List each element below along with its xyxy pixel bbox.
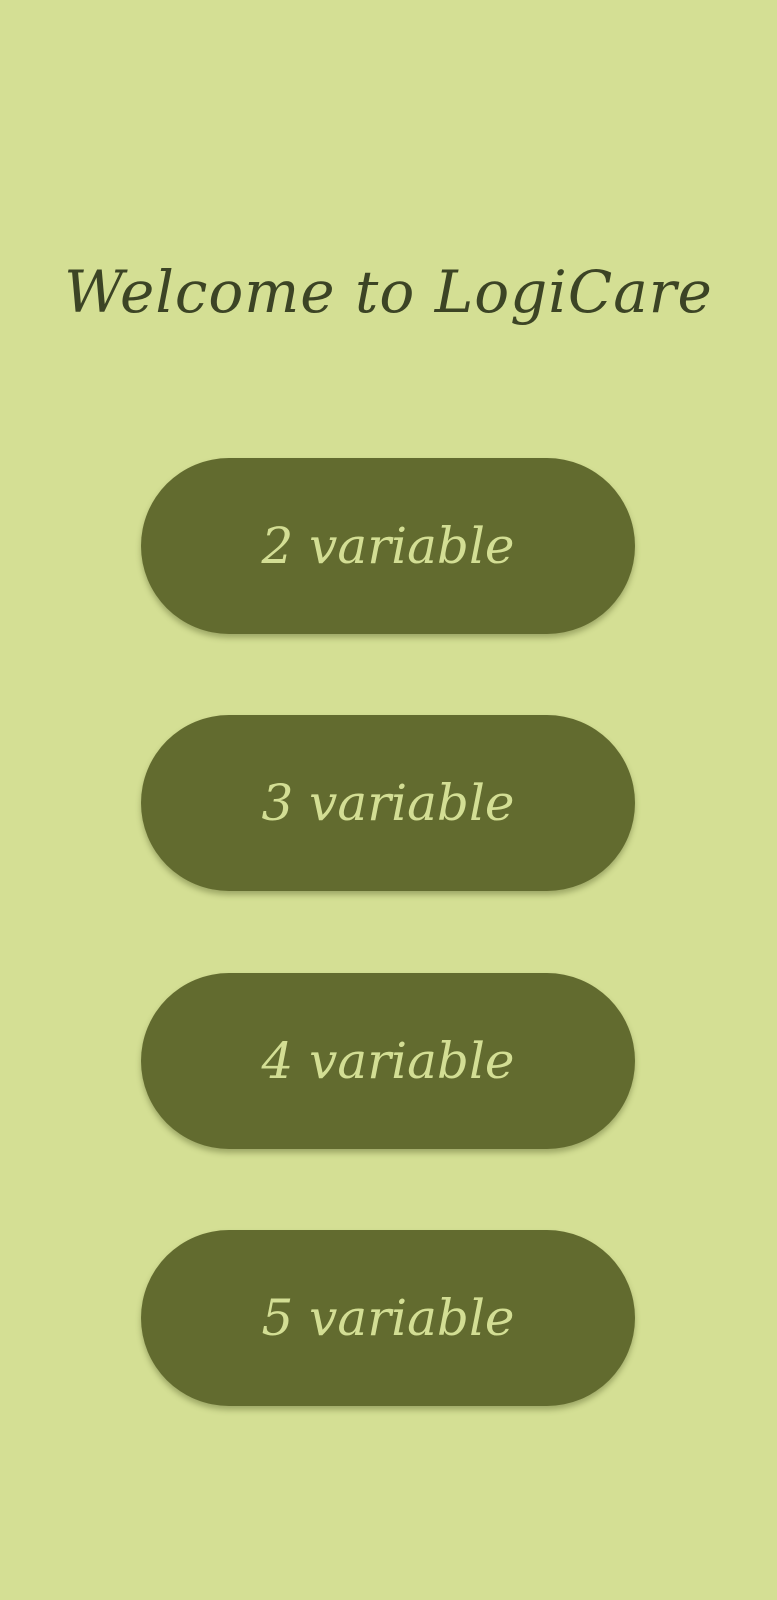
three-variable-button[interactable]: 3 variable <box>141 715 635 891</box>
main-screen: Welcome to LogiCare 2 variable 3 variabl… <box>0 0 777 1600</box>
three-variable-button-label: 3 variable <box>261 774 515 832</box>
page-title: Welcome to LogiCare <box>64 258 713 326</box>
two-variable-button[interactable]: 2 variable <box>141 458 635 634</box>
five-variable-button-label: 5 variable <box>261 1289 515 1347</box>
four-variable-button[interactable]: 4 variable <box>141 973 635 1149</box>
four-variable-button-label: 4 variable <box>261 1032 515 1090</box>
five-variable-button[interactable]: 5 variable <box>141 1230 635 1406</box>
two-variable-button-label: 2 variable <box>261 517 515 575</box>
